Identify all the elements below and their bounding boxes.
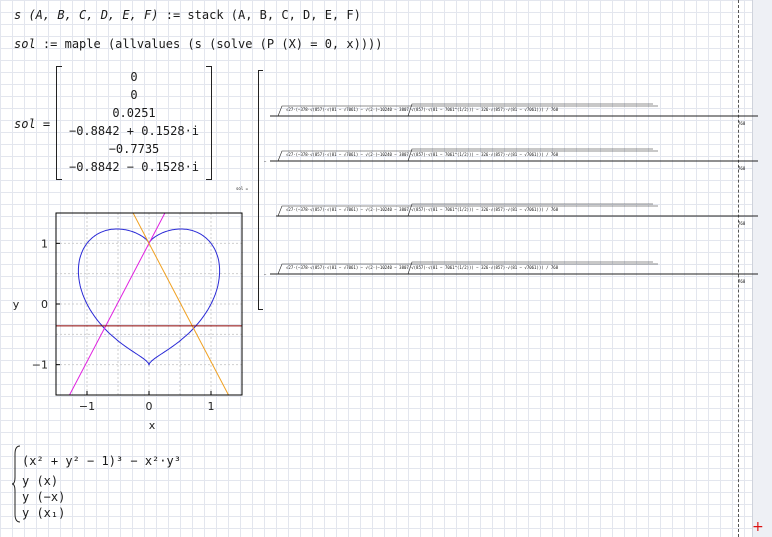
insert-cursor-icon[interactable]: +: [752, 519, 764, 535]
system-eq-2: y (x): [22, 474, 59, 488]
system-eq-4: y (x₁): [22, 506, 66, 520]
big-result-row: √27·(−378·√(857)·√(81 − √7061) − √(2·(−1…: [258, 100, 772, 130]
y-tick-label: 0: [41, 298, 48, 311]
matrix-cell: −0.8842 + 0.1528·i: [68, 124, 200, 138]
stack-def-lhs: s (A, B, C, D, E, F): [14, 8, 159, 22]
big-row-denominator: 768: [738, 166, 746, 171]
y-tick-label: −1: [32, 359, 48, 372]
big-result-row: √27·(−378·√(857)·√(81 − √7061) − √(2·(−1…: [258, 200, 772, 230]
matrix-cell: −0.8842 − 0.1528·i: [68, 160, 200, 174]
big-row-denominator: 768: [738, 279, 746, 284]
plot-ticks: −1 0 1 1 0 −1: [32, 237, 215, 413]
y-axis-label: y: [13, 298, 20, 311]
big-result-row: − √27·(−378·√(857)·√(81 − √7061) − √(2·(…: [258, 258, 772, 288]
x-tick-label: 0: [146, 400, 153, 413]
y-tick-label: 1: [41, 237, 48, 250]
system-brace: [12, 445, 21, 523]
xy-plot[interactable]: −1 0 1 1 0 −1 x y: [13, 212, 254, 438]
sol-result-matrix[interactable]: 0 0 0.0251 −0.8842 + 0.1528·i −0.7735 −0…: [56, 66, 212, 180]
big-row-numerator: √27·(−378·√(857)·√(81 − √7061) − √(2·(−1…: [286, 107, 559, 112]
big-row-numerator: √27·(−378·√(857)·√(81 − √7061) − √(2·(−1…: [286, 152, 559, 157]
system-eq-3: y (−x): [22, 490, 66, 504]
stack-def-rhs: stack (A, B, C, D, E, F): [187, 8, 361, 22]
sol-result-label: sol =: [14, 117, 51, 131]
stack-definition[interactable]: s (A, B, C, D, E, F) := stack (A, B, C, …: [12, 8, 363, 22]
big-row-denominator: 768: [738, 121, 746, 126]
equation-system[interactable]: (x² + y² − 1)³ − x²·y³ y (x) y (−x) y (x…: [12, 444, 192, 524]
sol-definition[interactable]: sol := maple (allvalues (s (solve (P (X)…: [12, 37, 385, 51]
big-row-numerator: √27·(−378·√(857)·√(81 − √7061) − √(2·(−1…: [286, 265, 559, 270]
sol-def-rhs: maple (allvalues (s (solve (P (X) = 0, x…: [64, 37, 383, 51]
matrix-cell: −0.7735: [108, 142, 160, 156]
big-row-sign: −: [264, 159, 267, 164]
big-symbolic-result[interactable]: √27·(−378·√(857)·√(81 − √7061) − √(2·(−1…: [258, 70, 772, 310]
matrix-cell: 0: [130, 70, 138, 84]
big-row-denominator: 768: [738, 221, 746, 226]
x-tick-label: 1: [208, 400, 215, 413]
big-sol-label: sol =: [236, 186, 249, 191]
define-operator: :=: [42, 37, 58, 51]
system-eq-1: (x² + y² − 1)³ − x²·y³: [22, 454, 181, 468]
sol-def-lhs: sol: [14, 37, 36, 51]
matrix-cell: 0: [130, 88, 138, 102]
big-result-row: − √27·(−378·√(857)·√(81 − √7061) − √(2·(…: [258, 145, 772, 175]
define-operator: :=: [165, 8, 181, 22]
x-axis-label: x: [149, 419, 156, 432]
x-tick-label: −1: [79, 400, 95, 413]
matrix-cell: 0.0251: [112, 106, 156, 120]
big-row-numerator: √27·(−378·√(857)·√(81 − √7061) − √(2·(−1…: [286, 207, 559, 212]
big-row-sign: −: [264, 272, 267, 277]
